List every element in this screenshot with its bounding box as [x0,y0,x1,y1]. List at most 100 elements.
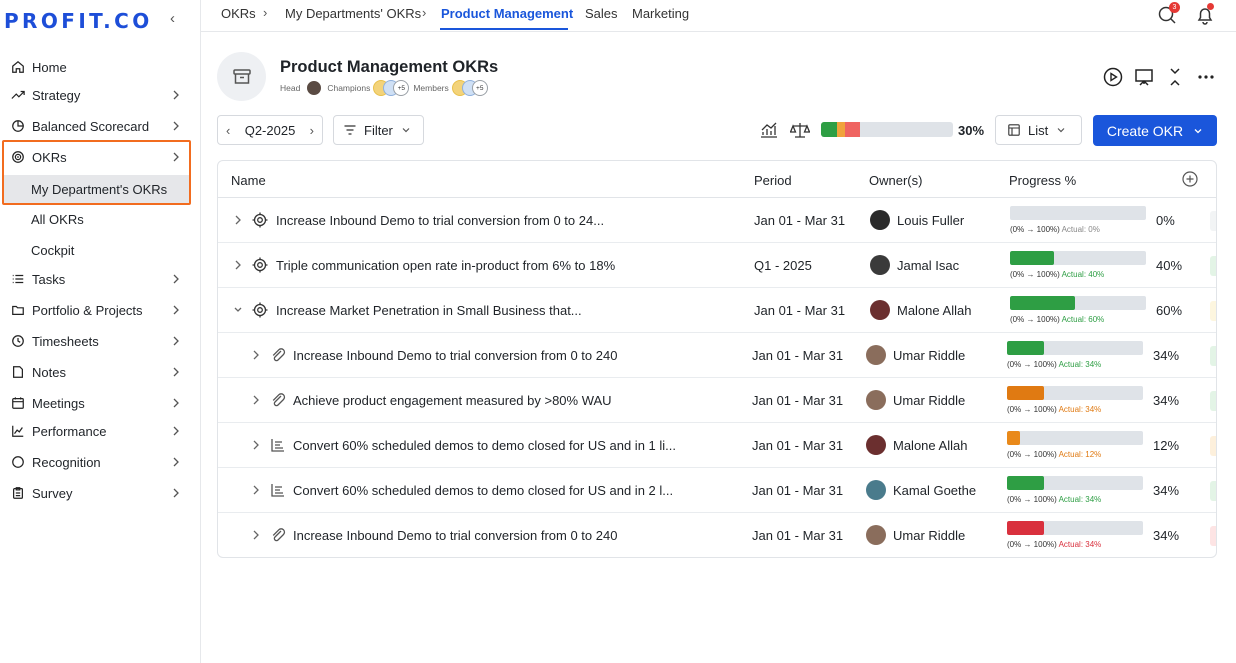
prev-period-icon[interactable]: ‹ [226,123,230,138]
owner-avatar[interactable] [870,300,890,320]
status-chip[interactable] [1210,526,1216,546]
status-chip[interactable] [1210,391,1216,411]
okr-name[interactable]: Triple communication open rate in-produc… [276,258,736,273]
collapse-arrows-icon[interactable] [1164,66,1186,88]
create-okr-button[interactable]: Create OKR [1093,115,1217,146]
next-period-icon[interactable]: › [310,123,314,138]
sidebar-item-label: Balanced Scorecard [32,118,150,134]
sidebar-subitem-cockpit[interactable]: Cockpit [31,243,74,258]
sidebar-item-label: Home [32,59,67,75]
sidebar-item-tasks[interactable]: Tasks [0,265,200,293]
chevron-right-icon [173,336,179,346]
table-row[interactable]: Achieve product engagement measured by >… [218,378,1216,423]
chevron-right-icon[interactable] [251,438,261,452]
sidebar-item-recognition[interactable]: Recognition [0,448,200,476]
overall-segment-at-risk [837,122,845,137]
sidebar-item-meetings[interactable]: Meetings [0,389,200,417]
sidebar-item-notes[interactable]: Notes [0,358,200,386]
table-row[interactable]: Increase Inbound Demo to trial conversio… [218,198,1216,243]
sidebar-item-portfolio-projects[interactable]: Portfolio & Projects [0,296,200,324]
chevron-right-icon [173,426,179,436]
status-chip[interactable] [1210,481,1216,501]
chevron-right-icon[interactable] [251,393,261,407]
view-selector[interactable]: List [995,115,1082,145]
status-chip[interactable] [1210,211,1216,231]
sidebar-item-balanced-scorecard[interactable]: Balanced Scorecard [0,112,200,140]
okr-name[interactable]: Achieve product engagement measured by >… [293,393,735,408]
presentation-icon[interactable] [1133,66,1155,88]
sidebar-item-survey[interactable]: Survey [0,479,200,507]
sidebar-item-home[interactable]: Home [0,53,200,81]
chevron-right-icon [173,488,179,498]
play-icon[interactable] [1102,66,1124,88]
champions-more[interactable]: +5 [393,80,410,96]
folder-icon [10,302,26,318]
progress-meta: (0% → 100%) Actual: 34% [1007,495,1101,504]
table-row[interactable]: Increase Market Penetration in Small Bus… [218,288,1216,333]
chevron-right-icon[interactable] [233,213,243,227]
owner-avatar[interactable] [866,435,886,455]
owner-avatar[interactable] [870,210,890,230]
status-chip[interactable] [1210,301,1216,321]
period-selector[interactable]: ‹ Q2-2025 › [217,115,323,145]
table-row[interactable]: Convert 60% scheduled demos to demo clos… [218,468,1216,513]
chevron-right-icon[interactable] [251,348,261,362]
profit-co-logo[interactable]: PROFIT.CO [4,9,153,33]
table-row[interactable]: Convert 60% scheduled demos to demo clos… [218,423,1216,468]
owner-avatar[interactable] [866,390,886,410]
okr-name[interactable]: Increase Inbound Demo to trial conversio… [293,348,735,363]
table-row[interactable]: Increase Inbound Demo to trial conversio… [218,513,1216,557]
table-row[interactable]: Triple communication open rate in-produc… [218,243,1216,288]
sidebar-item-label: Timesheets [32,333,99,349]
progress-bar [1007,521,1143,535]
members-label: Members [413,83,449,93]
sidebar-item-performance[interactable]: Performance [0,417,200,445]
chevron-right-icon [173,121,179,131]
sidebar-item-strategy[interactable]: Strategy [0,81,200,109]
sidebar: PROFIT.CO ‹ Home Strategy Balanced Score… [0,0,201,663]
tab-my-departments-okrs[interactable]: My Departments' OKRs [285,6,421,21]
progress-percent: 12% [1153,438,1180,453]
table-row[interactable]: Increase Inbound Demo to trial conversio… [218,333,1216,378]
breadcrumb-separator: › [422,5,427,20]
sidebar-subitem-all-okrs[interactable]: All OKRs [31,212,84,227]
analytics-icon[interactable] [759,121,779,139]
owner-avatar[interactable] [866,480,886,500]
collapse-sidebar-icon[interactable]: ‹ [170,10,175,27]
progress-meta: (0% → 100%) Actual: 60% [1010,315,1104,324]
status-chip[interactable] [1210,256,1216,276]
okr-name[interactable]: Convert 60% scheduled demos to demo clos… [293,483,735,498]
more-options-icon[interactable] [1195,66,1217,88]
okr-name[interactable]: Convert 60% scheduled demos to demo clos… [293,438,735,453]
okr-name[interactable]: Increase Inbound Demo to trial conversio… [293,528,735,543]
head-avatar[interactable] [306,80,323,96]
tab-marketing[interactable]: Marketing [632,6,689,21]
filter-button[interactable]: Filter [333,115,424,145]
owner-avatar[interactable] [870,255,890,275]
sidebar-item-timesheets[interactable]: Timesheets [0,327,200,355]
tab-sales[interactable]: Sales [585,6,618,21]
okr-name[interactable]: Increase Inbound Demo to trial conversio… [276,213,736,228]
status-chip[interactable] [1210,346,1216,366]
chevron-right-icon[interactable] [233,258,243,272]
ownership-meta: Head Champions +5 Members +5 [280,80,488,96]
progress-bar [1010,296,1146,310]
owner-avatar[interactable] [866,525,886,545]
add-column-icon[interactable] [1182,171,1198,187]
chevron-right-icon[interactable] [251,483,261,497]
okr-name[interactable]: Increase Market Penetration in Small Bus… [276,303,736,318]
progress-fill [1007,476,1044,490]
okr-table: Name Period Owner(s) Progress % Increase… [217,160,1217,558]
chevron-right-icon[interactable] [251,528,261,542]
chevron-down-icon [1057,128,1065,133]
status-chip[interactable] [1210,436,1216,456]
owner-avatar[interactable] [866,345,886,365]
scale-icon[interactable] [790,121,810,139]
members-more[interactable]: +5 [471,80,488,96]
progress-percent: 40% [1156,258,1183,273]
tab-okrs[interactable]: OKRs [221,6,256,21]
tab-product-management[interactable]: Product Management [441,6,573,21]
progress-range: (0% → 100%) [1007,405,1057,414]
chevron-down-icon[interactable] [233,303,243,317]
objective-icon [252,302,268,318]
